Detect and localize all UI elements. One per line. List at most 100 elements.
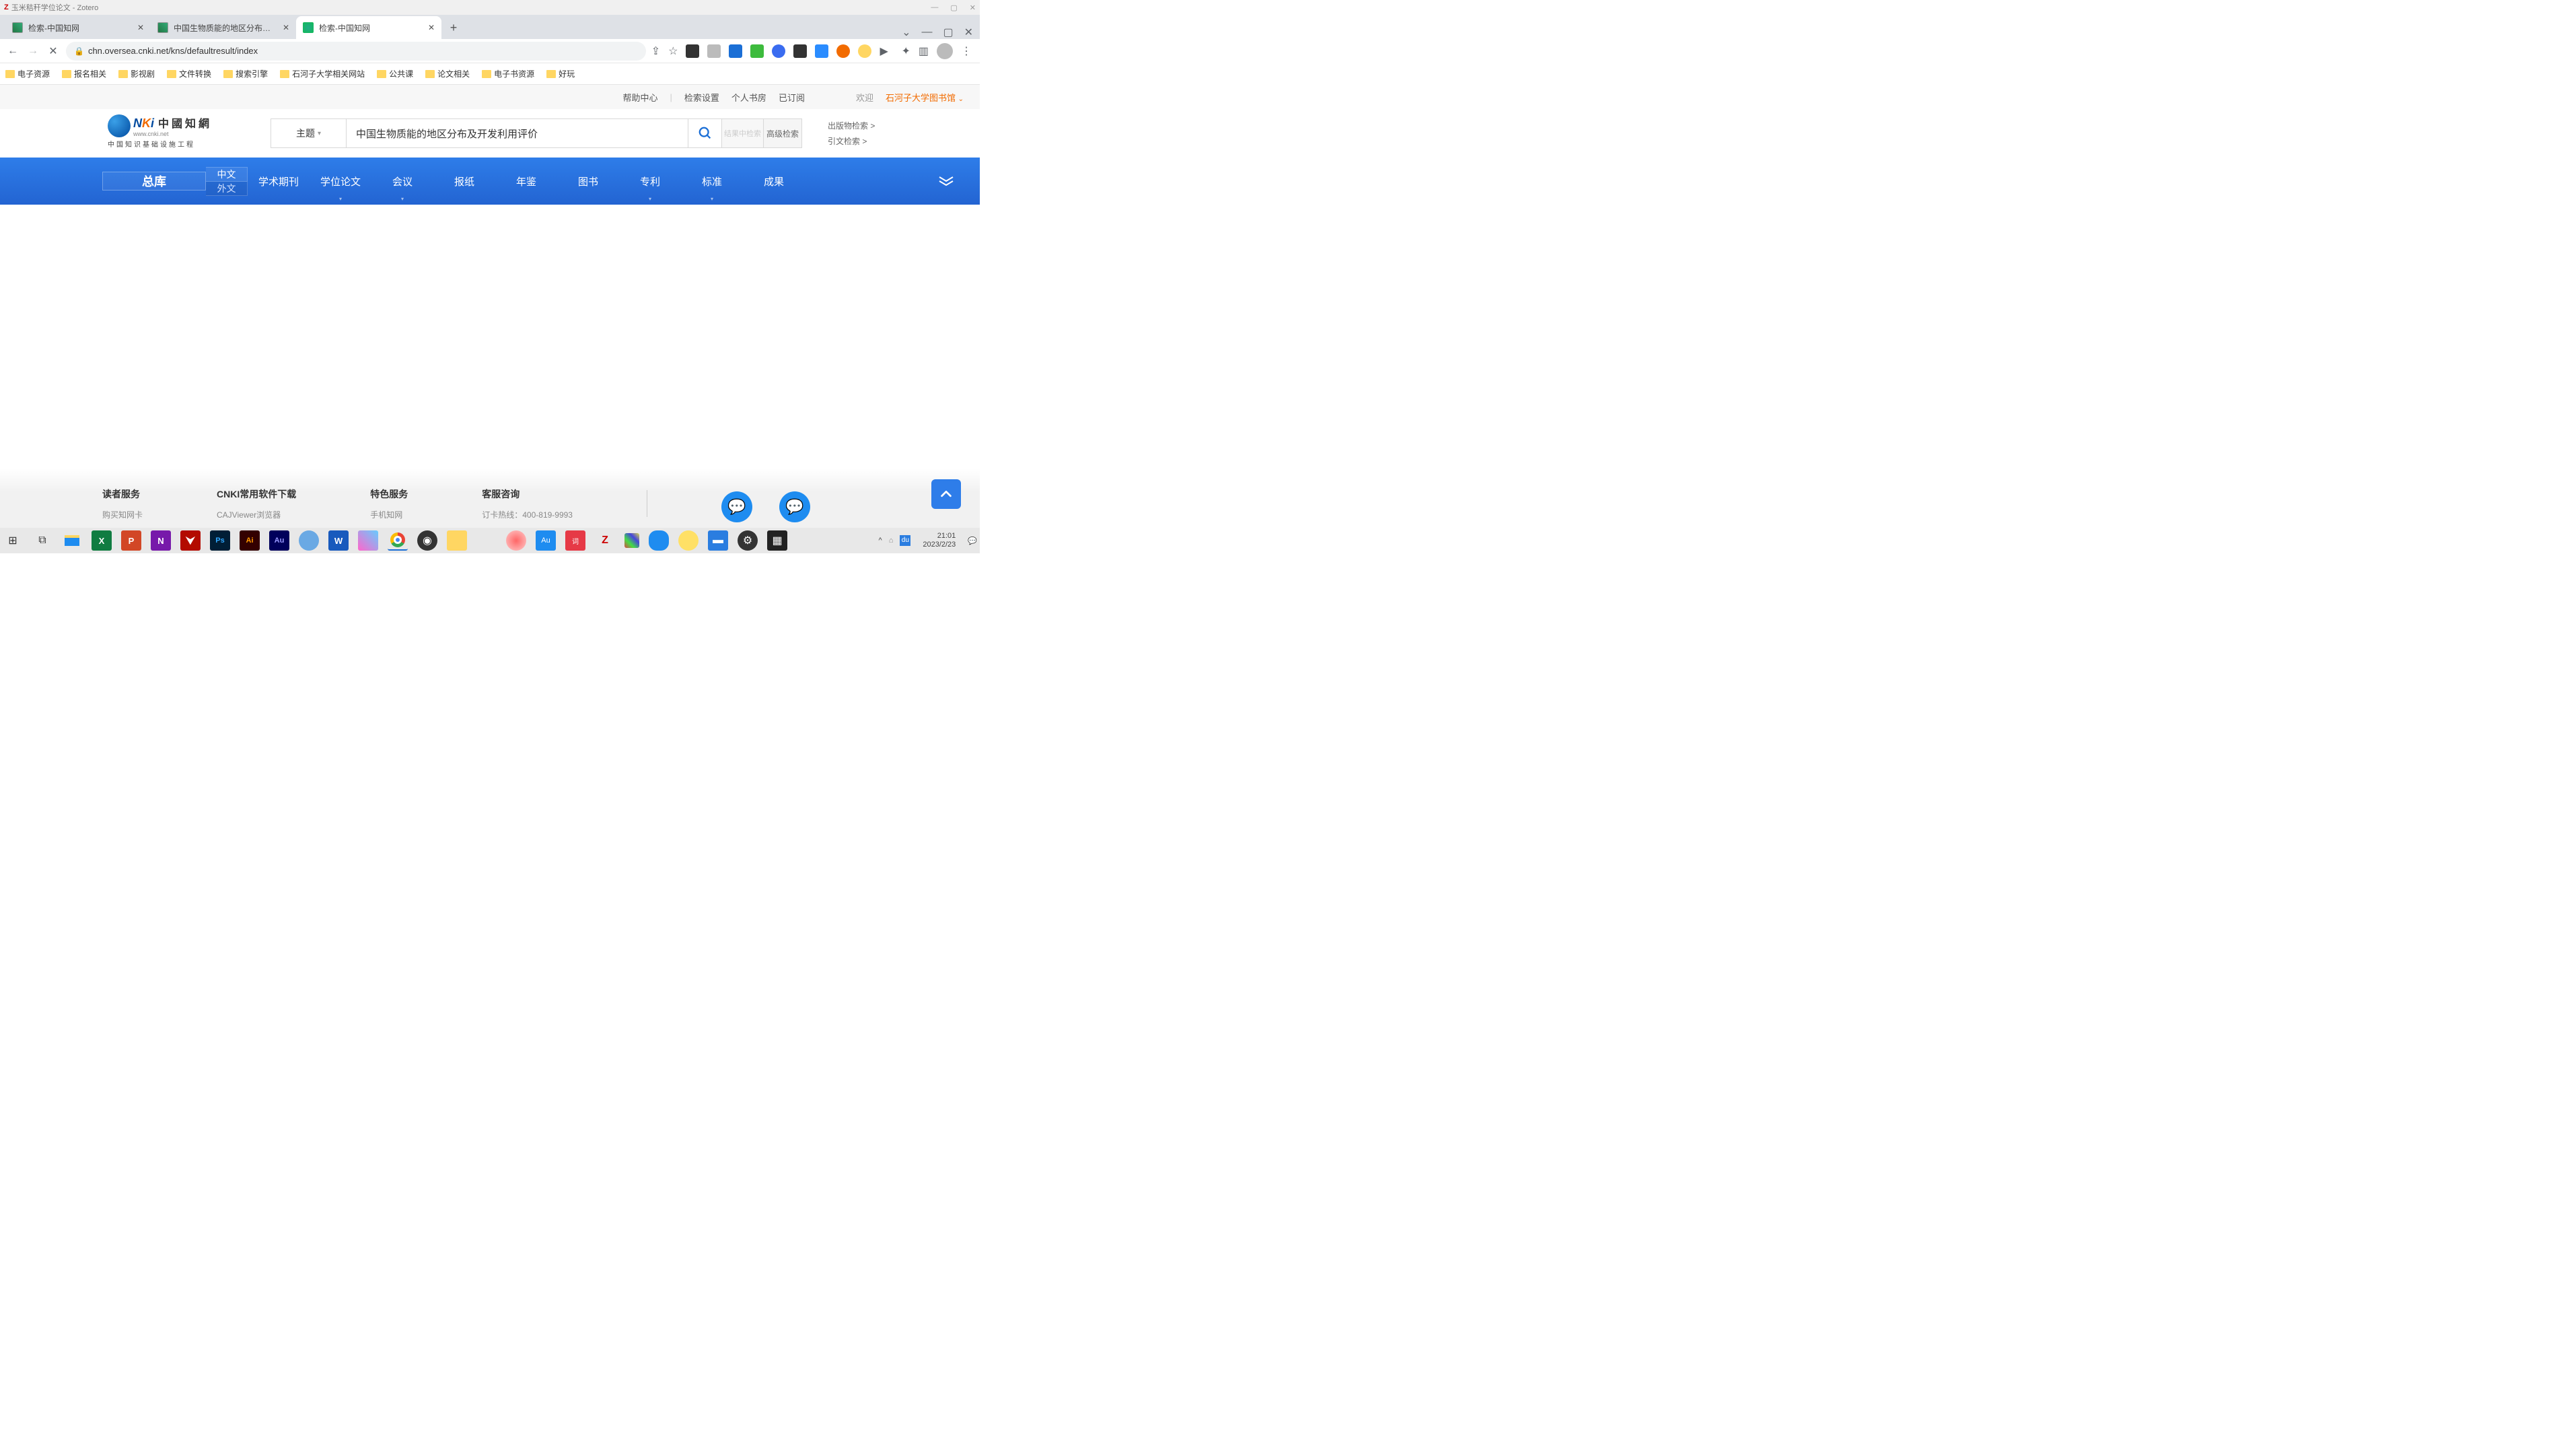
bookmark-folder[interactable]: 石河子大学相关网站 [280,68,365,79]
os-maximize[interactable]: ▢ [950,3,957,12]
extension-icon[interactable] [815,44,828,58]
search-within-results[interactable]: 结果中检索 [721,118,763,148]
audition-icon[interactable]: Au [269,530,289,551]
extension-icon[interactable] [772,44,785,58]
zotero-icon[interactable]: Z [595,530,615,551]
app-icon[interactable] [624,533,639,548]
os-minimize[interactable]: — [931,3,938,12]
app-icon[interactable] [649,530,669,551]
extension-icon[interactable]: ▶ [880,44,893,58]
cat-patent[interactable]: 专利▾ [619,158,681,205]
chat-icon[interactable] [779,491,810,522]
new-tab-button[interactable]: + [444,18,463,37]
help-link[interactable]: 帮助中心 [623,91,658,104]
footer-link[interactable]: 购买知网卡 [102,509,143,520]
library-name[interactable]: 石河子大学图书馆 ⌄ [886,91,964,104]
bookmark-folder[interactable]: 论文相关 [425,68,470,79]
bookmark-folder[interactable]: 好玩 [546,68,575,79]
cat-lang-en[interactable]: 外文 [206,182,248,196]
back-button[interactable]: ← [5,44,20,59]
powerpoint-icon[interactable]: P [121,530,141,551]
cat-newspaper[interactable]: 报纸 [433,158,495,205]
advanced-search[interactable]: 高级检索 [763,118,802,148]
bookmark-folder[interactable]: 公共课 [377,68,413,79]
tray-app-icon[interactable]: du [900,535,910,546]
bookmark-folder[interactable]: 电子资源 [5,68,50,79]
bookmark-folder[interactable]: 电子书资源 [482,68,534,79]
cat-achievement[interactable]: 成果 [743,158,805,205]
bookmark-folder[interactable]: 文件转换 [167,68,211,79]
extension-icon[interactable] [793,44,807,58]
task-view-icon[interactable]: ⧉ [32,530,52,551]
share-icon[interactable]: ⇪ [651,44,660,58]
extension-icon[interactable] [836,44,850,58]
chrome-icon[interactable] [388,530,408,551]
settings-link[interactable]: 检索设置 [684,91,719,104]
profile-icon[interactable] [937,43,953,59]
tray-chevron-icon[interactable]: ^ [879,536,882,545]
tray-app-icon[interactable]: ⌂ [889,536,894,545]
bookmark-folder[interactable]: 搜索引擎 [223,68,268,79]
photoshop-icon[interactable]: Ps [210,530,230,551]
app-icon[interactable]: ▬ [708,530,728,551]
side-panel-icon[interactable]: ▥ [919,44,929,58]
app-icon[interactable] [476,530,497,551]
notification-icon[interactable]: 💬 [968,536,977,545]
browser-tab-2[interactable]: 检索-中国知网 ✕ [296,16,441,39]
tab-dropdown-icon[interactable]: ⌄ [902,26,910,39]
address-field[interactable]: 🔒 chn.oversea.cnki.net/kns/defaultresult… [66,42,646,61]
cat-lang-cn[interactable]: 中文 [206,167,248,182]
cat-book[interactable]: 图书 [557,158,619,205]
app-icon[interactable]: ⚙ [738,530,758,551]
obs-icon[interactable]: ◉ [417,530,437,551]
browser-tab-1[interactable]: 中国生物质能的地区分布及开发利 ✕ [151,16,296,39]
app-icon[interactable]: Au [536,530,556,551]
personal-link[interactable]: 个人书房 [731,91,766,104]
illustrator-icon[interactable]: Ai [240,530,260,551]
browser-maximize[interactable]: ▢ [943,26,953,39]
search-button[interactable] [688,118,721,148]
file-explorer-icon[interactable] [62,530,82,551]
bookmark-folder[interactable]: 报名相关 [62,68,106,79]
bookmark-star-icon[interactable]: ☆ [668,44,678,58]
footer-link[interactable]: CAJViewer浏览器 [217,509,296,520]
cat-yearbook[interactable]: 年鉴 [495,158,557,205]
cnki-logo[interactable]: NKi 中國知網 www.cnki.net 中国知识基础设施工程 [108,114,212,149]
cat-total[interactable]: 总库 [102,172,206,191]
app-icon[interactable] [358,530,378,551]
onenote-icon[interactable]: N [151,530,171,551]
footer-link[interactable]: 手机知网 [370,509,408,520]
browser-close[interactable]: ✕ [964,26,973,39]
cat-standard[interactable]: 标准▾ [681,158,743,205]
acrobat-icon[interactable]: ⮟ [180,530,201,551]
tab-close-icon[interactable]: ✕ [283,23,289,32]
extension-icon[interactable] [858,44,871,58]
excel-icon[interactable]: X [92,530,112,551]
app-icon[interactable] [299,530,319,551]
chrome-menu-icon[interactable]: ⋮ [961,44,972,58]
chat-icon[interactable] [721,491,752,522]
app-icon[interactable]: ▦ [767,530,787,551]
tab-close-icon[interactable]: ✕ [428,23,435,32]
citation-search-link[interactable]: 引文检索 > [828,135,875,147]
app-icon[interactable] [678,530,699,551]
cat-dissertation[interactable]: 学位论文▾ [310,158,371,205]
word-icon[interactable]: W [328,530,349,551]
app-icon[interactable] [447,530,467,551]
extension-icon[interactable] [729,44,742,58]
cat-expand-icon[interactable] [926,158,966,205]
search-input[interactable] [346,118,688,148]
subscribed-link[interactable]: 已订阅 [779,91,805,104]
extensions-menu-icon[interactable]: ✦ [901,44,910,58]
tab-close-icon[interactable]: ✕ [137,23,144,32]
publication-search-link[interactable]: 出版物检索 > [828,120,875,131]
app-icon[interactable] [506,530,526,551]
browser-minimize[interactable]: — [921,26,932,38]
cat-conference[interactable]: 会议▾ [371,158,433,205]
start-button[interactable]: ⊞ [3,530,23,551]
cat-journal[interactable]: 学术期刊 [248,158,310,205]
extension-icon[interactable] [707,44,721,58]
app-icon[interactable]: 词 [565,530,585,551]
extension-icon[interactable] [750,44,764,58]
search-type-select[interactable]: 主题 [271,118,346,148]
